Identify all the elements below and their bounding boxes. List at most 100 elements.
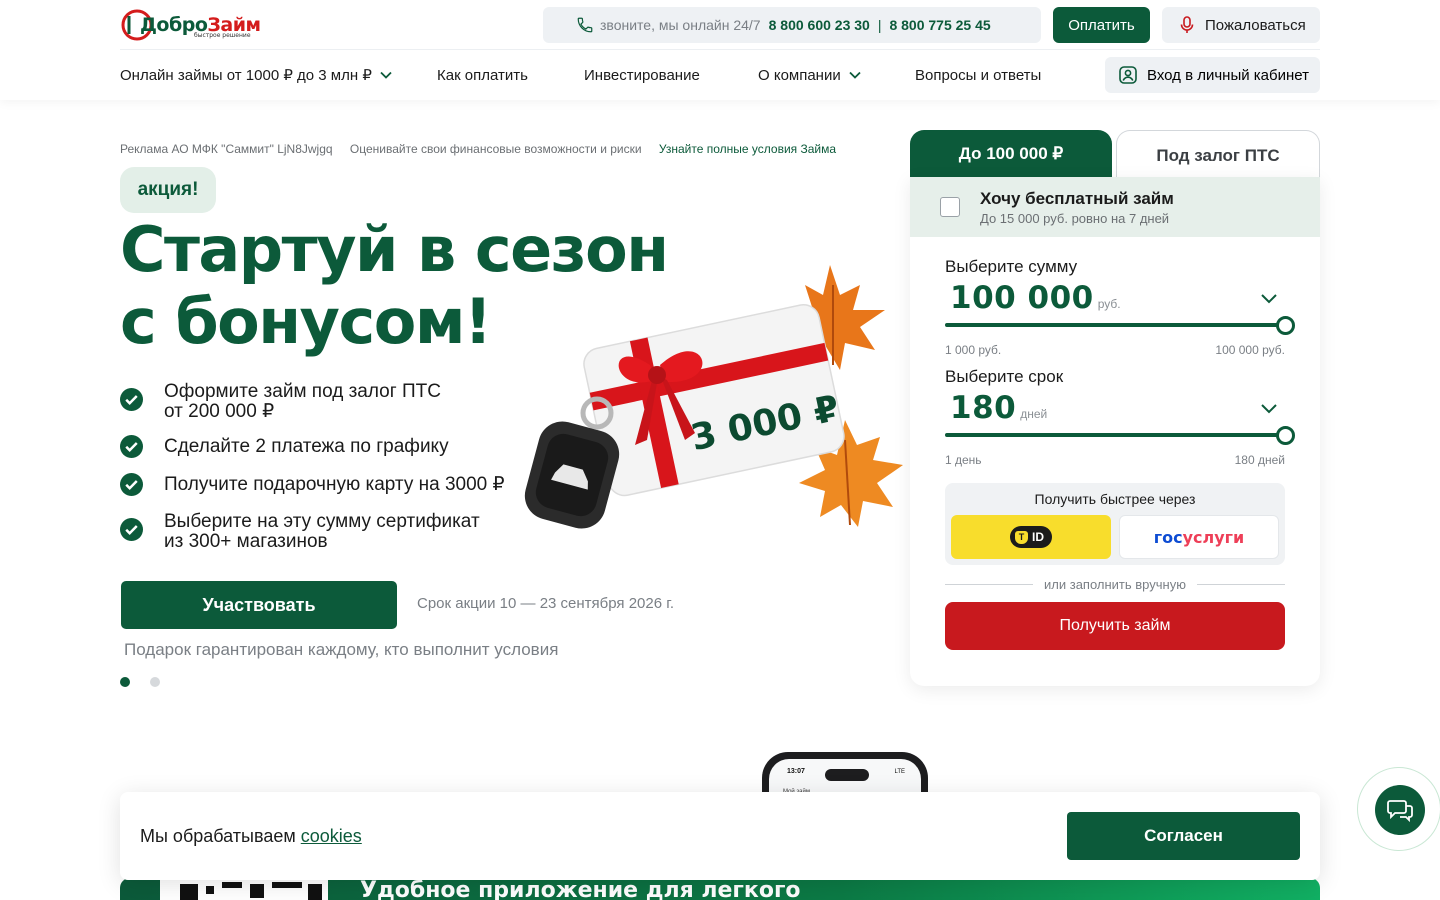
term-value[interactable]: 180 дней <box>950 390 1047 426</box>
check-circle-icon <box>120 518 143 541</box>
nav-item-investing[interactable]: Инвестирование <box>584 57 700 93</box>
user-icon <box>1119 66 1137 84</box>
car-key-icon <box>524 396 620 529</box>
term-label: Выберите срок <box>945 367 1064 386</box>
qr-code <box>160 878 328 900</box>
logo[interactable]: ДоброЗайм быстрое решение <box>120 7 261 43</box>
contact-text: звоните, мы онлайн 24/7 <box>600 17 761 33</box>
carousel-dot-1[interactable] <box>120 677 130 687</box>
list-item: Сделайте 2 платежа по графику <box>120 435 544 458</box>
term-slider-handle[interactable] <box>1276 426 1295 445</box>
phone-status: LTE <box>894 769 905 775</box>
or-divider: или заполнить вручную <box>945 575 1285 595</box>
cookie-message: Мы обрабатываем <box>140 826 296 846</box>
tinkoff-id-button[interactable]: T ID <box>951 515 1111 559</box>
login-cabinet-button[interactable]: Вход в личный кабинет <box>1105 57 1320 93</box>
phone-icon <box>577 17 593 33</box>
list-item: Выберите на эту сумму сертификат из 300+ … <box>120 512 544 552</box>
divider-line-right <box>1197 584 1285 585</box>
gosuslugi-label-part2: услуги <box>1182 527 1245 547</box>
check-circle-icon <box>120 388 143 411</box>
list-item: Получите подарочную карту на 3000 ₽ <box>120 473 544 496</box>
chevron-down-icon[interactable] <box>1260 293 1278 305</box>
fast-auth-box: Получить быстрее через T ID гос услуги <box>945 483 1285 565</box>
list-item-text: Получите подарочную карту на 3000 ₽ <box>164 474 505 495</box>
phone-separator: | <box>877 17 882 33</box>
calculator-panel: Хочу бесплатный займ До 15 000 руб. ровн… <box>910 177 1320 686</box>
check-circle-icon <box>120 435 143 458</box>
list-item-text: от 200 000 ₽ <box>164 401 275 422</box>
term-unit: дней <box>1020 407 1048 421</box>
loan-terms-link[interactable]: Узнайте полные условия Займа <box>659 142 836 156</box>
tab-up-to-100000[interactable]: До 100 000 ₽ <box>910 130 1112 177</box>
nav-item-how-to-pay[interactable]: Как оплатить <box>437 57 528 93</box>
gosuslugi-label-part1: гос <box>1153 527 1183 547</box>
tinkoff-id-logo: T ID <box>1010 526 1052 548</box>
check-circle-icon <box>120 473 143 496</box>
risk-notice: Оценивайте свои финансовые возможности и… <box>349 142 642 156</box>
contact-box: звоните, мы онлайн 24/7 8 800 600 23 30 … <box>543 7 1041 43</box>
amount-min-label: 1 000 руб. <box>945 343 1002 357</box>
complain-button[interactable]: Пожаловаться <box>1162 7 1320 43</box>
phone-link-2[interactable]: 8 800 775 25 45 <box>889 17 990 33</box>
main-nav: Онлайн займы от 1000 ₽ до 3 млн ₽ Как оп… <box>120 57 1080 93</box>
list-item-text: Сделайте 2 платежа по графику <box>164 436 449 457</box>
header-divider <box>120 49 1320 50</box>
login-cabinet-label: Вход в личный кабинет <box>1147 66 1309 84</box>
gosuslugi-button[interactable]: гос услуги <box>1119 515 1279 559</box>
phone-link-1[interactable]: 8 800 600 23 30 <box>769 17 870 33</box>
chat-button-inner[interactable] <box>1375 785 1425 835</box>
cookie-agree-button[interactable]: Согласен <box>1067 812 1300 860</box>
cookie-text: Мы обрабатываем cookies <box>140 826 362 847</box>
get-loan-button[interactable]: Получить займ <box>945 602 1285 650</box>
phone-island <box>825 769 869 781</box>
nav-item-about[interactable]: О компании <box>758 57 861 93</box>
free-loan-title: Хочу бесплатный займ <box>980 189 1174 208</box>
nav-item-loans[interactable]: Онлайн займы от 1000 ₽ до 3 млн ₽ <box>120 57 392 93</box>
site-header: ДоброЗайм быстрое решение звоните, мы он… <box>0 0 1440 100</box>
term-value-number: 180 <box>950 390 1017 426</box>
list-item: Оформите займ под залог ПТС от 200 000 ₽ <box>120 382 544 422</box>
microphone-icon <box>1180 16 1194 33</box>
logo-tagline: быстрое решение <box>194 32 251 39</box>
app-banner-title: Удобное приложение для легкого <box>360 878 801 900</box>
amount-slider-track[interactable] <box>945 323 1285 327</box>
list-item-text: Выберите на эту сумму сертификат <box>164 511 480 532</box>
term-min-label: 1 день <box>945 453 982 467</box>
tinkoff-id-label: ID <box>1032 530 1044 544</box>
complain-button-label: Пожаловаться <box>1205 16 1306 34</box>
fast-auth-title: Получить быстрее через <box>1034 491 1196 507</box>
amount-unit: руб. <box>1097 297 1121 311</box>
ad-disclaimer: Реклама АО МФК "Саммит" LjN8Jwjgq Оценив… <box>120 142 836 156</box>
cookies-link[interactable]: cookies <box>301 826 362 846</box>
gift-note: Подарок гарантирован каждому, кто выполн… <box>124 640 559 659</box>
ad-notice: Реклама АО МФК "Саммит" LjN8Jwjgq <box>120 142 333 156</box>
loan-calculator: До 100 000 ₽ Под залог ПТС Хочу бесплатн… <box>910 130 1320 686</box>
chevron-down-icon <box>849 71 861 79</box>
participate-button[interactable]: Участвовать <box>121 581 397 629</box>
chat-widget-button[interactable] <box>1357 767 1440 851</box>
pay-button[interactable]: Оплатить <box>1053 7 1150 43</box>
amount-slider-handle[interactable] <box>1276 316 1295 335</box>
amount-value[interactable]: 100 000 руб. <box>950 280 1121 316</box>
amount-value-number: 100 000 <box>950 280 1094 316</box>
phone-time: 13:07 <box>787 768 805 775</box>
term-slider-track[interactable] <box>945 433 1285 437</box>
chat-icon <box>1387 800 1413 823</box>
hero-title-line2: с бонусом! <box>120 285 492 358</box>
chevron-down-icon[interactable] <box>1260 403 1278 415</box>
tab-pts-collateral[interactable]: Под залог ПТС <box>1116 130 1320 180</box>
gift-card-illustration: 3 000 ₽ <box>524 265 903 529</box>
carousel-dot-2[interactable] <box>150 677 160 687</box>
nav-item-loans-label: Онлайн займы от 1000 ₽ до 3 млн ₽ <box>120 67 372 84</box>
promo-badge: акция! <box>120 167 216 213</box>
free-loan-subtitle: До 15 000 руб. ровно на 7 дней <box>980 211 1170 226</box>
free-loan-checkbox[interactable] <box>940 197 960 217</box>
list-item-text: из 300+ магазинов <box>164 531 328 552</box>
nav-item-faq[interactable]: Вопросы и ответы <box>915 57 1041 93</box>
nav-item-about-label: О компании <box>758 66 841 84</box>
app-promo-banner: Удобное приложение для легкого <box>120 878 1320 900</box>
free-loan-option[interactable]: Хочу бесплатный займ До 15 000 руб. ровн… <box>910 177 1320 237</box>
promo-dates: Срок акции 10 — 23 сентября 2026 г. <box>417 595 675 612</box>
amount-max-label: 100 000 руб. <box>1215 343 1285 357</box>
